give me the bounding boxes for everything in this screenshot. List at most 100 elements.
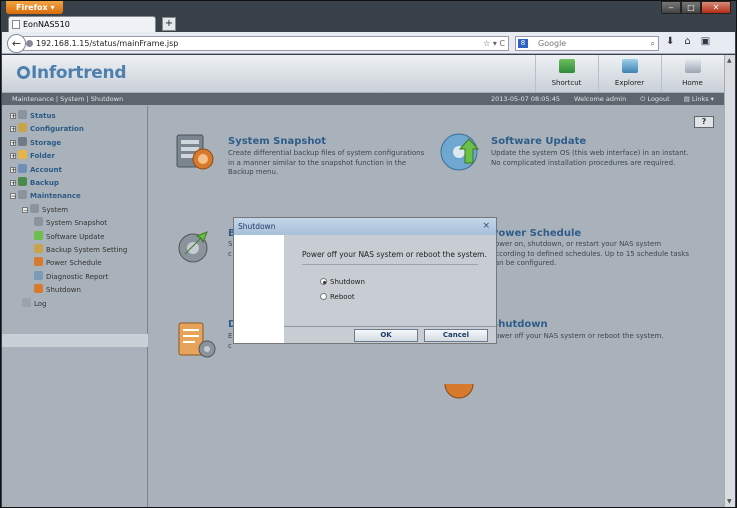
firefox-menu-button[interactable]: Firefox ▾ (6, 1, 63, 14)
shutdown-dialog: Shutdown × Power off your NAS system or … (233, 217, 497, 344)
feedback-icon[interactable]: ▣ (701, 36, 710, 47)
sidebar-item[interactable]: Diagnostic Report (34, 270, 109, 283)
power-schedule-desc: Power on, shutdown, or restart your NAS … (491, 240, 689, 267)
explorer-button[interactable]: Explorer (598, 55, 660, 92)
welcome-text: Welcome admin (574, 95, 627, 103)
tree-node-icon (18, 190, 27, 200)
sidebar-item-label: Folder (30, 152, 55, 161)
links-menu[interactable]: ▤ Links ▾ (684, 93, 714, 105)
sidebar-item[interactable]: + Status (10, 110, 56, 122)
new-tab-button[interactable]: + (162, 17, 176, 31)
system-snapshot-icon[interactable] (173, 131, 217, 173)
home-label: Home (682, 79, 703, 87)
tree-node-icon (18, 163, 27, 173)
collapse-icon[interactable]: − (10, 193, 16, 200)
tree-node-icon (34, 257, 43, 267)
logo-mark (17, 66, 30, 79)
sidebar-item[interactable]: + Storage (10, 136, 62, 149)
sidebar-item[interactable]: + Folder (10, 150, 55, 162)
dialog-title: Shutdown (238, 222, 276, 231)
reboot-radio[interactable] (320, 293, 327, 300)
sidebar-item[interactable]: Software Update (34, 230, 104, 243)
expand-icon[interactable]: + (10, 126, 16, 133)
shortcut-label: Shortcut (551, 79, 582, 87)
sidebar-item[interactable]: Backup System Setting (34, 244, 127, 256)
dialog-message: Power off your NAS system or reboot the … (302, 250, 487, 259)
ok-button[interactable]: OK (354, 329, 418, 342)
tree-node-icon (18, 110, 27, 119)
scroll-up-icon[interactable]: ▲ (727, 57, 732, 64)
sidebar-item[interactable]: − System (22, 203, 69, 216)
shutdown-radio[interactable] (320, 278, 327, 285)
sidebar-item-label: Storage (30, 138, 62, 147)
url-text: 192.168.1.15/status/mainFrame.jsp (36, 39, 179, 48)
cancel-button[interactable]: Cancel (424, 329, 488, 342)
collapse-icon[interactable]: − (22, 206, 28, 213)
power-schedule-title[interactable]: Power Schedule (491, 228, 581, 239)
tree-node-icon (18, 177, 27, 186)
dialog-close-icon[interactable]: × (482, 218, 490, 235)
expand-icon[interactable]: + (10, 139, 16, 146)
url-bar[interactable]: 192.168.1.15/status/mainFrame.jsp ☆ ▾ C (23, 36, 509, 51)
expand-icon[interactable]: + (10, 180, 16, 187)
sidebar-item[interactable]: Log (22, 297, 47, 310)
tree-node-icon (22, 297, 31, 307)
backup-system-setting-icon[interactable] (173, 224, 217, 266)
site-identity-icon[interactable] (26, 40, 33, 47)
home-browser-icon[interactable]: ⌂ (684, 36, 690, 47)
google-icon[interactable]: 8 (518, 39, 528, 48)
browser-tab[interactable]: EonNAS510 (8, 16, 156, 32)
sidebar-item[interactable]: + Account (10, 163, 62, 176)
software-update-icon[interactable] (439, 131, 483, 173)
bookmark-star-icon[interactable]: ☆ (483, 39, 490, 48)
help-button[interactable]: ? (694, 116, 714, 128)
minimize-button[interactable]: ‒ (661, 1, 681, 14)
sidebar-item-label: Status (30, 112, 56, 120)
diagnostic-report-icon[interactable] (175, 319, 219, 361)
maximize-button[interactable]: □ (681, 1, 701, 14)
tree-node-icon (34, 217, 43, 227)
sidebar-item[interactable]: Power Schedule (34, 257, 102, 269)
back-arrow-icon: ← (11, 37, 22, 50)
system-snapshot-desc: Create differential backup files of syst… (228, 149, 425, 176)
sidebar-item-label: Shutdown (46, 286, 81, 295)
logout-link[interactable]: ⏻ Logout (640, 93, 669, 105)
sidebar-item[interactable]: + Configuration (10, 123, 84, 135)
shutdown-desc: Power off your NAS system or reboot the … (491, 332, 664, 340)
search-icon[interactable]: ⌕ (651, 37, 655, 50)
tree-node-icon (18, 123, 27, 133)
download-icon[interactable]: ⬇ (666, 36, 674, 47)
page-scrollbar[interactable]: ▲ ▼ (724, 55, 735, 507)
explorer-icon (622, 59, 638, 73)
sidebar-item-label: Diagnostic Report (46, 272, 109, 281)
sidebar-item[interactable]: Shutdown (34, 284, 81, 296)
scroll-down-icon[interactable]: ▼ (727, 498, 732, 505)
sidebar-item-label: Maintenance (30, 192, 81, 201)
reboot-option[interactable]: Reboot (320, 292, 355, 302)
status-bar: Maintenance | System | Shutdown 2013-05-… (2, 93, 724, 105)
browser-window: Firefox ▾ ‒ □ ✕ EonNAS510 + 192.168.1.15… (0, 0, 737, 508)
software-update-title[interactable]: Software Update (491, 136, 586, 147)
expand-icon[interactable]: + (10, 166, 16, 173)
dialog-titlebar[interactable]: Shutdown × (234, 218, 496, 235)
breadcrumb: Maintenance | System | Shutdown (12, 95, 124, 103)
shutdown-option[interactable]: Shutdown (320, 277, 365, 287)
sidebar-item[interactable]: + Backup (10, 177, 59, 189)
shutdown-title[interactable]: Shutdown (491, 319, 548, 330)
back-button[interactable]: ← (7, 34, 26, 53)
expand-icon[interactable]: + (10, 153, 16, 160)
home-button[interactable]: Home (661, 55, 723, 92)
shutdown-card-icon[interactable] (439, 384, 483, 404)
search-placeholder: Google (538, 39, 567, 48)
close-window-button[interactable]: ✕ (701, 1, 731, 14)
sidebar-item-label: System (42, 205, 69, 214)
reload-icon[interactable]: C (499, 39, 505, 48)
sidebar-item[interactable]: System Snapshot (34, 217, 107, 229)
expand-icon[interactable]: + (10, 113, 16, 120)
system-snapshot-title[interactable]: System Snapshot (228, 136, 326, 147)
shortcut-button[interactable]: Shortcut (535, 55, 597, 92)
search-box[interactable]: 8 Google ⌕ (515, 36, 659, 51)
explorer-label: Explorer (614, 79, 645, 87)
sidebar-item[interactable]: − Maintenance (10, 190, 81, 202)
dropdown-icon[interactable]: ▾ (493, 39, 497, 48)
